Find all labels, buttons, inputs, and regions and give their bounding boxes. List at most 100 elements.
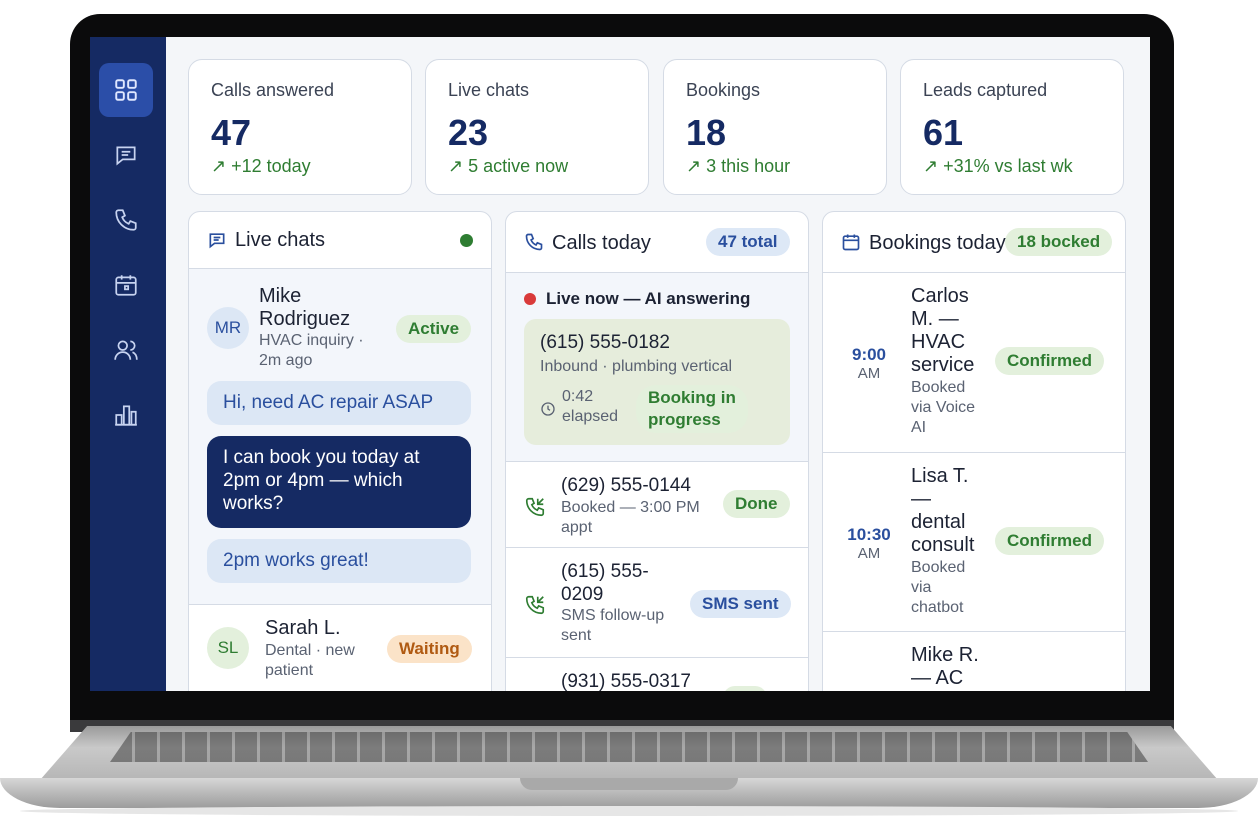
trend-up-icon: ↗: [211, 156, 232, 176]
nav-calls[interactable]: [99, 193, 153, 247]
status-badge: Done: [723, 490, 790, 518]
total-badge: 47 total: [706, 228, 790, 256]
contact-detail: Dental · new patient: [265, 642, 355, 679]
call-detail: Booked — 3:00 PM appt: [561, 499, 700, 536]
booking-list-item[interactable]: 9:00 AM Carlos M. — HVAC service Booked …: [823, 273, 1125, 451]
stat-value: 47: [211, 112, 252, 153]
panel-header: Live chats: [189, 212, 491, 269]
laptop-notch: [520, 778, 738, 790]
panel-title: Bookings today: [869, 232, 1006, 254]
nav-analytics[interactable]: [99, 388, 153, 442]
stat-label: Calls answered: [211, 80, 335, 100]
booking-ampm: AM: [857, 545, 881, 562]
stat-value: 18: [686, 112, 727, 153]
live-chats-panel: Live chats MR Mike Rodriguez HVAC inquir…: [188, 211, 492, 691]
contact-name: Mike Rodriguez: [259, 285, 351, 330]
status-badge: [723, 686, 767, 691]
status-badge: Confirmed: [995, 527, 1104, 555]
stat-value: 61: [923, 112, 964, 153]
trend-up-icon: ↗: [923, 156, 944, 176]
booking-detail: Booked via Voice AI: [911, 379, 976, 436]
nav-dashboard[interactable]: [99, 63, 153, 117]
live-label: Live now — AI answering: [546, 289, 751, 308]
avatar: SL: [207, 627, 249, 669]
main-content: Calls answered 47 ↗ +12 today Live chats…: [166, 37, 1150, 691]
stat-card-calls: Calls answered 47 ↗ +12 today: [188, 59, 412, 195]
laptop-keyboard: [110, 732, 1148, 762]
booking-detail: Booked via chatbot: [911, 559, 966, 616]
booking-title: Mike R. — AC: [911, 644, 979, 689]
stat-card-leads: Leads captured 61 ↗ +31% vs last wk: [900, 59, 1124, 195]
total-badge: 18 bocked: [1005, 228, 1113, 256]
contact-name: Sarah L.: [265, 617, 341, 639]
sidebar: [90, 37, 166, 691]
stat-trend: ↗ +31% vs last wk: [923, 156, 1073, 176]
chat-icon: [209, 233, 225, 249]
stat-trend: ↗ 5 active now: [448, 156, 569, 176]
bookings-today-panel: Bookings today 18 bocked 9:00 AM Carlos …: [822, 211, 1126, 691]
calls-today-panel: Calls today 47 total Live now — AI answe…: [505, 211, 809, 691]
booking-list-item[interactable]: Mike R. — AC: [823, 631, 1125, 691]
caller-number: (615) 555-0182: [540, 332, 670, 353]
stat-label: Bookings: [686, 80, 761, 100]
trend-up-icon: ↗: [686, 156, 707, 176]
users-icon: [114, 340, 138, 360]
online-indicator: [460, 234, 473, 247]
caller-number: (931) 555-0317: [561, 671, 691, 691]
clock-icon: [541, 402, 555, 416]
analytics-icon: [115, 405, 137, 426]
live-call-card[interactable]: (615) 555-0182 Inbound · plumbing vertic…: [524, 319, 790, 445]
app-screen: Calls answered 47 ↗ +12 today Live chats…: [90, 37, 1150, 691]
message-incoming: 2pm works great!: [207, 539, 471, 583]
laptop-shadow: [20, 806, 1238, 816]
status-badge: Confirmed: [995, 347, 1104, 375]
status-badge: Active: [396, 315, 472, 343]
live-indicator: [524, 293, 536, 305]
contact-detail: HVAC inquiry · 2m ago: [259, 332, 364, 369]
chat-list-item[interactable]: SL Sarah L. Dental · new patient Waiting: [189, 604, 491, 691]
call-detail: SMS follow-up sent: [561, 607, 665, 644]
panel-header: Bookings today 18 bocked: [823, 212, 1125, 273]
booking-time: 10:30: [847, 525, 891, 544]
phone-incoming-icon: [525, 595, 545, 615]
call-list-item[interactable]: (931) 555-0317: [506, 657, 808, 691]
nav-chats[interactable]: [99, 128, 153, 182]
call-list-item[interactable]: (615) 555-0209 SMS follow-up sent SMS se…: [506, 547, 808, 658]
chat-thread[interactable]: MR Mike Rodriguez HVAC inquiry · 2m ago …: [189, 269, 491, 604]
stat-label: Leads captured: [923, 80, 1048, 100]
booking-title: Carlos M. — HVAC service: [911, 285, 975, 376]
booking-list-item[interactable]: 10:30 AM Lisa T. — dental consult Booked…: [823, 452, 1125, 631]
nav-calendar[interactable]: [99, 258, 153, 312]
panel-title: Live chats: [235, 229, 326, 251]
stat-trend: ↗ +12 today: [211, 156, 311, 176]
booking-time: 9:00: [851, 345, 887, 364]
booking-ampm: AM: [857, 365, 881, 382]
stat-card-bookings: Bookings 18 ↗ 3 this hour: [663, 59, 887, 195]
chat-icon: [116, 146, 136, 166]
stat-value: 23: [448, 112, 489, 153]
elapsed-time: 0:42 elapsed: [562, 388, 619, 425]
calendar-icon: [842, 234, 860, 251]
call-list-item[interactable]: (629) 555-0144 Booked — 3:00 PM appt Don…: [506, 461, 808, 548]
booking-title: Lisa T. — dental consult: [911, 465, 975, 556]
live-call-section: Live now — AI answering (615) 555-0182 I…: [506, 273, 808, 461]
phone-icon: [115, 209, 137, 231]
panel-title: Calls today: [552, 232, 651, 254]
status-badge: Waiting: [387, 635, 472, 663]
calendar-icon: [115, 275, 137, 296]
phone-incoming-icon: [525, 497, 545, 517]
message-outgoing: I can book you today at 2pm or 4pm — whi…: [207, 436, 471, 528]
message-incoming: Hi, need AC repair ASAP: [207, 381, 471, 425]
phone-icon: [525, 233, 543, 251]
status-badge: Booking in progress: [636, 385, 748, 433]
caller-number: (615) 555-0209: [561, 561, 649, 605]
trend-up-icon: ↗: [448, 156, 469, 176]
dashboard-icon: [115, 79, 137, 101]
call-detail: Inbound · plumbing vertical: [540, 358, 733, 375]
stat-label: Live chats: [448, 80, 530, 100]
nav-contacts[interactable]: [99, 323, 153, 377]
stat-card-chats: Live chats 23 ↗ 5 active now: [425, 59, 649, 195]
panel-header: Calls today 47 total: [506, 212, 808, 273]
caller-number: (629) 555-0144: [561, 475, 691, 496]
status-badge: SMS sent: [690, 590, 791, 618]
